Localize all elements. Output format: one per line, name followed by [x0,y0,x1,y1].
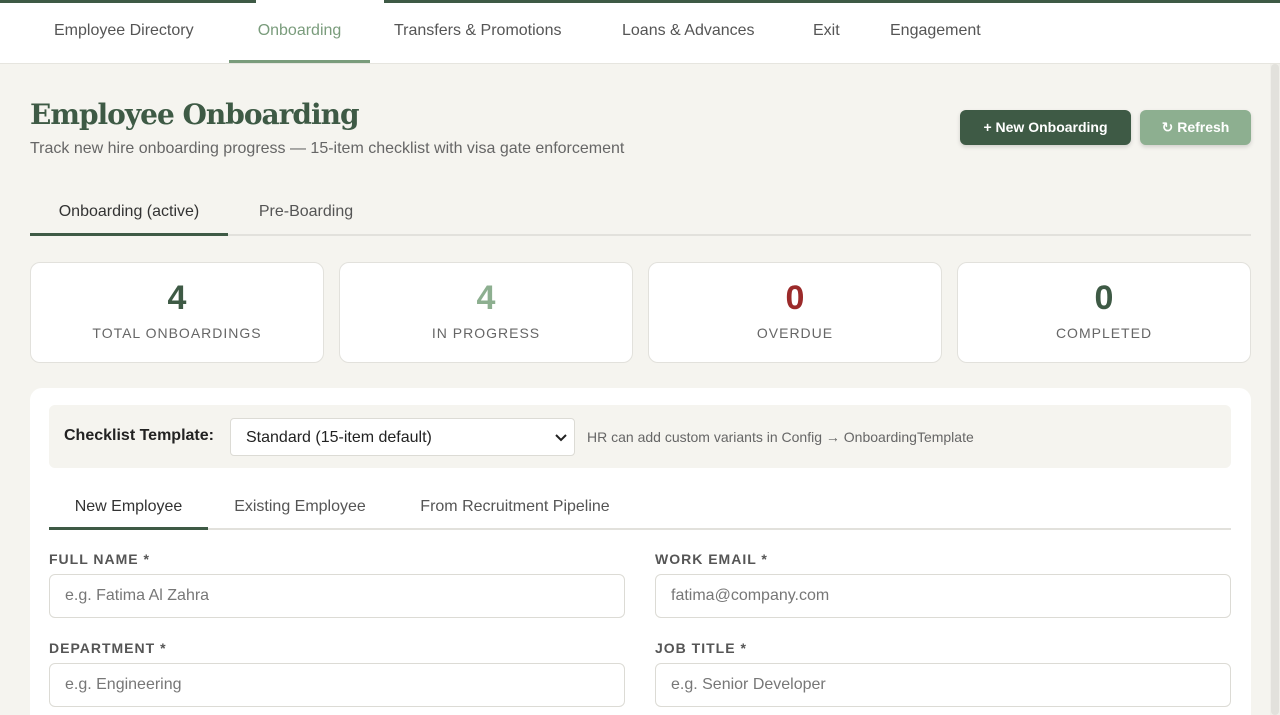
scrollbar-thumb[interactable] [1271,64,1279,715]
tab-new-employee[interactable]: New Employee [49,488,208,530]
checklist-template-bar: Checklist Template: Standard (15-item de… [49,405,1231,468]
page-title: Employee Onboarding [30,98,360,131]
stat-card-total: 4 TOTAL ONBOARDINGS [30,262,324,363]
nav-tab-loans-advances[interactable]: Loans & Advances [622,3,755,63]
stat-label: OVERDUE [756,325,834,341]
onboarding-subtabs: Onboarding (active) Pre-Boarding [30,190,1251,236]
stat-value: 0 [785,279,805,317]
full-name-input[interactable] [49,574,625,618]
stat-label: IN PROGRESS [431,325,541,341]
new-onboarding-panel: Checklist Template: Standard (15-item de… [30,388,1251,715]
stat-value: 4 [167,279,187,317]
subtab-pre-boarding[interactable]: Pre-Boarding [228,190,384,236]
nav-tab-employee-directory[interactable]: Employee Directory [54,3,194,63]
top-navigation: Employee Directory Onboarding Transfers … [0,3,1280,64]
nav-tab-exit[interactable]: Exit [813,3,840,63]
full-name-label: FULL NAME * [49,551,150,567]
nav-tab-engagement[interactable]: Engagement [890,3,981,63]
department-input[interactable] [49,663,625,707]
checklist-template-select[interactable]: Standard (15-item default) [230,418,575,456]
stat-card-completed: 0 COMPLETED [957,262,1251,363]
nav-tab-onboarding[interactable]: Onboarding [229,3,370,63]
subtab-onboarding-active[interactable]: Onboarding (active) [30,190,228,236]
work-email-input[interactable] [655,574,1231,618]
checklist-template-hint: HR can add custom variants in Config → O… [587,429,974,445]
chevron-down-icon [555,434,567,442]
checklist-template-value: Standard (15-item default) [246,429,432,446]
stat-card-overdue: 0 OVERDUE [648,262,942,363]
tab-existing-employee[interactable]: Existing Employee [220,488,380,530]
stat-label: TOTAL ONBOARDINGS [92,325,262,341]
tab-from-recruitment-pipeline[interactable]: From Recruitment Pipeline [404,488,626,530]
nav-tab-transfers-promotions[interactable]: Transfers & Promotions [394,3,561,63]
new-onboarding-button[interactable]: + New Onboarding [960,110,1131,145]
stat-value: 4 [476,279,496,317]
refresh-button[interactable]: ↻ Refresh [1140,110,1251,145]
work-email-label: WORK EMAIL * [655,551,768,567]
stat-label: COMPLETED [1055,325,1153,341]
checklist-template-label: Checklist Template: [64,427,214,444]
stat-card-in-progress: 4 IN PROGRESS [339,262,633,363]
stat-value: 0 [1094,279,1114,317]
page-subtitle: Track new hire onboarding progress — 15-… [30,140,625,157]
job-title-input[interactable] [655,663,1231,707]
job-title-label: JOB TITLE * [655,640,747,656]
department-label: DEPARTMENT * [49,640,167,656]
employee-source-tabs: New Employee Existing Employee From Recr… [49,488,1231,530]
page-scrollbar[interactable] [1270,64,1280,715]
